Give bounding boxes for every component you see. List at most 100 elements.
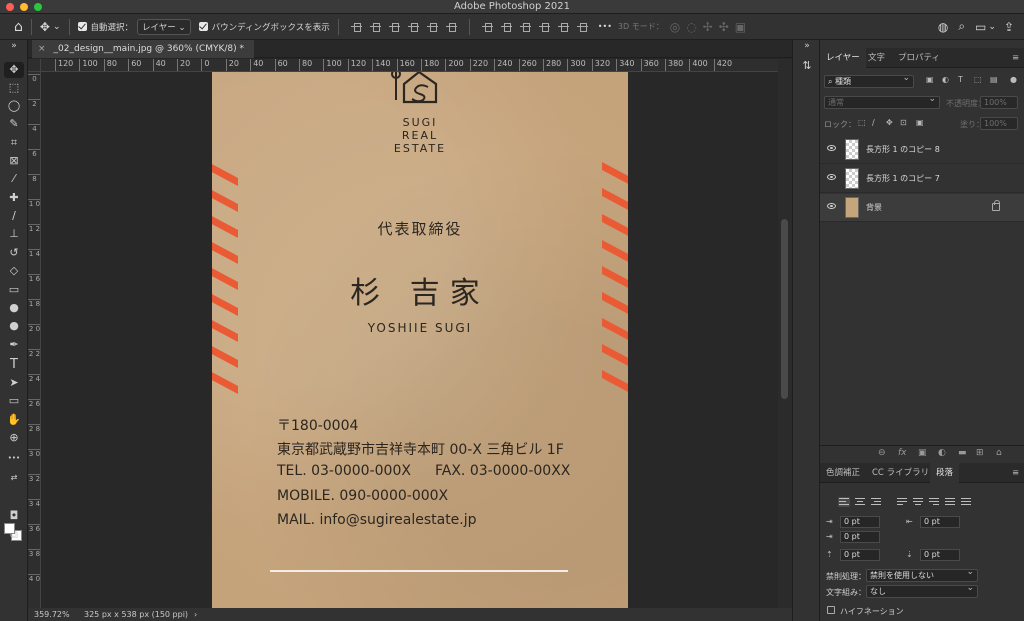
trash-icon[interactable]: ⌂ [996,448,1002,458]
layer-row[interactable]: 長方形 1 のコピー 8 [820,136,1024,164]
adjustment-icon[interactable]: ◐ [938,448,946,458]
rectangle-tool[interactable]: ▭ [4,393,24,409]
auto-select-target-dropdown[interactable]: レイヤー ⌄ [137,18,191,35]
mojikumi-dropdown[interactable]: なし [866,583,978,598]
layer-filter-dropdown[interactable]: ⌕ 種類 [824,73,914,88]
tool-preset-chevron-icon[interactable]: ⌄ [53,22,61,32]
justify-all-button[interactable] [944,497,956,507]
eraser-tool[interactable]: ◇ [4,263,24,279]
workspace-chevron-icon[interactable]: ⌄ [988,22,996,32]
lock-artboard-icon[interactable]: ⊡ [900,118,907,127]
lock-transparent-icon[interactable]: ⬚ [858,118,866,127]
link-icon[interactable]: ⊖ [878,448,886,458]
tab-layers[interactable]: レイヤー [820,48,866,68]
filter-smart-object-icon[interactable]: ▤ [990,75,998,84]
quick-select-tool[interactable]: ✎ [4,116,24,132]
business-card-artwork[interactable]: SUGI REAL ESTATE 代表取締役 杉 吉家 YOSHIIE SUGI… [212,72,628,608]
quick-mask-icon[interactable]: ◘ [4,508,24,524]
filter-pixel-icon[interactable]: ▣ [926,75,934,84]
swap-colors-icon[interactable]: ⇄ [4,470,24,486]
align-hcenter-icon[interactable] [369,21,381,32]
kinsoku-dropdown[interactable]: 禁則を使用しない [866,567,978,582]
vertical-scrollbar[interactable] [778,59,792,608]
align-bottom-icon[interactable] [445,21,457,32]
justify-all-alt-button[interactable] [960,497,972,507]
expand-panels-icon[interactable]: » [797,38,817,54]
filter-adjustment-icon[interactable]: ◐ [942,75,949,84]
healing-brush-tool[interactable]: ✚ [4,190,24,206]
mask-icon[interactable]: ▣ [918,448,927,458]
vertical-ruler[interactable]: 0 2 4 6 8 1 0 1 2 1 4 1 6 1 8 2 0 2 2 2 4 2 6 2 8 3 0 3 … [28,72,41,608]
scrollbar-thumb[interactable] [781,219,788,399]
lock-move-icon[interactable]: ✥ [886,118,893,127]
stamp-tool[interactable]: ⊥ [4,226,24,242]
bounding-box-checkbox[interactable] [198,22,208,31]
hyphenation-checkbox[interactable] [827,606,835,614]
auto-select-checkbox[interactable] [77,22,87,31]
document-tab[interactable]: × _02_design__main.jpg @ 360% (CMYK/8) * [32,40,255,58]
visibility-eye-icon[interactable] [827,145,836,151]
zoom-tool[interactable]: ⊕ [4,430,24,446]
filter-shape-icon[interactable]: ⬚ [974,75,982,84]
pen-tool[interactable]: ✒ [4,337,24,353]
tab-properties[interactable]: プロパティ [892,48,946,68]
eyedropper-tool[interactable]: ⁄ [4,171,24,187]
indent-left-input[interactable]: 0 pt [840,516,880,528]
close-tab-icon[interactable]: × [38,44,46,54]
distribute-vcenter-icon[interactable] [500,21,512,32]
foreground-color-swatch[interactable] [4,523,15,534]
justify-last-center-button[interactable] [912,497,924,507]
path-select-tool[interactable]: ➤ [4,375,24,391]
panel-menu-icon[interactable]: ≡ [1006,463,1024,483]
lasso-tool[interactable]: ◯ [4,98,24,114]
indent-first-line-input[interactable]: 0 pt [840,531,880,543]
distribute-bottom-icon[interactable] [519,21,531,32]
canvas-area[interactable]: SUGI REAL ESTATE 代表取締役 杉 吉家 YOSHIIE SUGI… [41,72,778,608]
frame-tool[interactable]: ⊠ [4,153,24,169]
visibility-eye-icon[interactable] [827,174,836,180]
layer-row[interactable]: 長方形 1 のコピー 7 [820,165,1024,193]
blur-tool[interactable]: ● [4,300,24,316]
fill-input[interactable]: 100% [980,117,1018,130]
align-vcenter-icon[interactable] [426,21,438,32]
tab-paragraph[interactable]: 段落 [930,463,960,483]
folder-icon[interactable]: ▬ [958,448,967,458]
tab-cc-libraries[interactable]: CC ライブラリ [866,463,935,483]
opacity-input[interactable]: 100% [980,96,1018,109]
tab-adjustments[interactable]: 色調補正 [820,463,866,483]
marquee-tool[interactable]: ⬚ [4,80,24,96]
layer-row[interactable]: 背景 [820,194,1024,222]
history-brush-tool[interactable]: ↺ [4,245,24,261]
zoom-level[interactable]: 359.72% [34,608,70,621]
align-right-text-button[interactable] [870,497,882,507]
filter-toggle-icon[interactable]: ● [1010,75,1017,84]
align-top-icon[interactable] [407,21,419,32]
3d-roll-icon[interactable]: ◌ [686,20,696,34]
dodge-tool[interactable]: ● [4,318,24,334]
edit-toolbar-icon[interactable]: ••• [4,450,24,466]
lock-paint-icon[interactable]: ∕ [872,118,875,127]
collapse-icon[interactable]: » [4,38,24,54]
workspace-icon[interactable]: ▭ [975,20,986,34]
search-icon[interactable]: ⌕ [958,19,965,34]
brush-tool[interactable]: ∕ [4,208,24,224]
panel-menu-icon[interactable]: ≡ [1006,48,1024,68]
move-tool-icon[interactable]: ✥ [40,20,50,34]
gradient-tool[interactable]: ▭ [4,282,24,298]
type-tool[interactable]: T [4,357,24,373]
distribute-right-icon[interactable] [576,21,588,32]
align-right-icon[interactable] [388,21,400,32]
share-icon[interactable]: ⇪ [1004,20,1014,34]
space-after-input[interactable]: 0 pt [920,549,960,561]
space-before-input[interactable]: 0 pt [840,549,880,561]
horizontal-ruler[interactable]: 120 100 80 60 40 20 0 20 40 60 80 100 120 140 160 180 20… [41,59,778,72]
lock-all-icon[interactable]: ▣ [916,118,924,127]
tab-character[interactable]: 文字 [862,48,891,68]
3d-slide-icon[interactable]: ✣ [719,20,729,34]
3d-camera-icon[interactable]: ▣ [735,20,746,34]
blend-mode-dropdown[interactable]: 通常 [824,94,940,109]
distribute-hcenter-icon[interactable] [557,21,569,32]
home-icon[interactable]: ⌂ [14,19,23,35]
ruler-origin[interactable] [28,59,41,72]
cloud-user-icon[interactable]: ◍ [938,20,948,34]
